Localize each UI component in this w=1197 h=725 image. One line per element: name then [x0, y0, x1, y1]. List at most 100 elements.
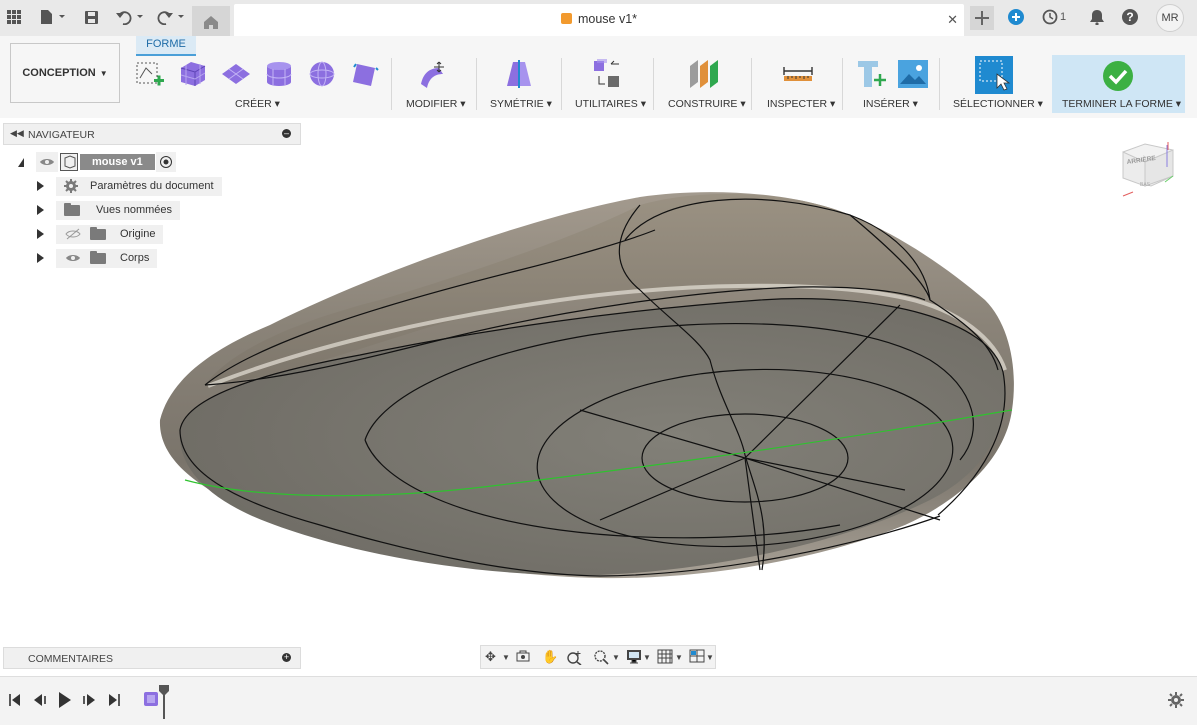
- go-to-start-icon[interactable]: [9, 694, 21, 709]
- tree-node: Paramètres du document: [56, 177, 222, 196]
- grid-settings-icon[interactable]: [657, 649, 673, 667]
- pan-hand-icon[interactable]: ✋: [542, 649, 558, 665]
- tree-item-label: Vues nommées: [96, 204, 172, 216]
- zoom-icon[interactable]: [567, 649, 583, 668]
- expand-triangle-icon[interactable]: [37, 229, 44, 239]
- group-modifier[interactable]: MODIFIER ▾: [406, 98, 466, 110]
- group-construire[interactable]: CONSTRUIRE ▾: [668, 98, 746, 110]
- group-creer[interactable]: CRÉER ▾: [235, 98, 280, 110]
- insert-canvas-icon[interactable]: [897, 58, 929, 90]
- timeline-form-feature-icon[interactable]: [143, 689, 159, 712]
- tree-node: Vues nommées: [56, 201, 180, 220]
- group-inserer[interactable]: INSÉRER ▾: [863, 98, 918, 110]
- group-symetrie[interactable]: SYMÉTRIE ▾: [490, 98, 552, 110]
- close-tab-icon[interactable]: ✕: [947, 12, 958, 28]
- extensions-icon[interactable]: [1006, 7, 1026, 27]
- new-tab-button[interactable]: [970, 6, 994, 30]
- help-icon[interactable]: ?: [1120, 7, 1140, 27]
- hidden-eye-icon[interactable]: [64, 227, 82, 241]
- plus-icon: [975, 11, 989, 25]
- viewports-icon[interactable]: [689, 649, 705, 666]
- chevron-down-icon[interactable]: ▼: [675, 653, 683, 662]
- separator: [561, 58, 562, 110]
- look-at-icon[interactable]: [515, 649, 531, 666]
- offset-plane-icon[interactable]: [688, 58, 720, 90]
- workspace-switcher[interactable]: CONCEPTION ▼: [10, 43, 120, 103]
- group-symetrie-label: SYMÉTRIE: [490, 98, 544, 110]
- document-title: mouse v1*: [578, 12, 637, 26]
- convert-utility-icon[interactable]: [591, 58, 623, 90]
- timeline-settings-gear-icon[interactable]: [1168, 692, 1184, 711]
- chevron-down-icon[interactable]: ▼: [643, 653, 651, 662]
- design-cube-icon: [561, 13, 572, 24]
- tree-item-named-views[interactable]: Vues nommées: [37, 200, 180, 220]
- quadball-form-icon[interactable]: [349, 58, 381, 90]
- chevron-down-icon[interactable]: ▼: [502, 653, 510, 662]
- expand-triangle-icon[interactable]: [37, 181, 44, 191]
- group-terminer-label: TERMINER LA FORME: [1062, 98, 1173, 110]
- separator: [842, 58, 843, 110]
- chevron-down-icon[interactable]: ▼: [706, 653, 714, 662]
- tree-item-label: Origine: [120, 228, 155, 240]
- edit-form-icon[interactable]: [417, 58, 449, 90]
- measure-icon[interactable]: [782, 58, 814, 90]
- group-utilitaires-label: UTILITAIRES: [575, 98, 638, 110]
- expand-triangle-icon[interactable]: [37, 253, 44, 263]
- document-tab[interactable]: mouse v1* ✕: [234, 4, 964, 36]
- redo-icon[interactable]: [155, 7, 187, 27]
- view-cube-secondary-label: BAS: [1140, 182, 1151, 188]
- tree-item-document-settings[interactable]: Paramètres du document: [37, 176, 222, 196]
- plane-form-icon[interactable]: [220, 58, 252, 90]
- home-tab[interactable]: [192, 6, 230, 36]
- group-inspecter[interactable]: INSPECTER ▾: [767, 98, 835, 110]
- file-menu-icon[interactable]: [38, 7, 68, 27]
- insert-mesh-icon[interactable]: [856, 58, 888, 90]
- app-grid-icon[interactable]: [6, 7, 22, 27]
- expanded-triangle-icon[interactable]: [18, 158, 24, 167]
- step-forward-icon[interactable]: [82, 694, 96, 709]
- minimize-icon[interactable]: –: [282, 129, 291, 138]
- eye-icon[interactable]: [64, 251, 82, 265]
- svg-text:?: ?: [1126, 10, 1133, 24]
- cylinder-form-icon[interactable]: [263, 58, 295, 90]
- tab-forme[interactable]: FORME: [136, 36, 196, 56]
- group-utilitaires[interactable]: UTILITAIRES ▾: [575, 98, 646, 110]
- user-avatar[interactable]: MR: [1156, 4, 1184, 32]
- zoom-window-icon[interactable]: [593, 649, 609, 668]
- orbit-icon[interactable]: ✥: [485, 649, 496, 665]
- checkmark-icon: [1102, 60, 1134, 92]
- tree-item-bodies[interactable]: Corps: [37, 248, 157, 268]
- collapse-double-arrow-icon[interactable]: ◀◀: [10, 128, 24, 139]
- create-sketch-icon[interactable]: [134, 58, 166, 90]
- chevron-down-icon[interactable]: ▼: [612, 653, 620, 662]
- symmetry-icon[interactable]: [503, 58, 535, 90]
- add-comment-icon[interactable]: +: [282, 653, 291, 662]
- tree-item-origin[interactable]: Origine: [37, 224, 163, 244]
- undo-icon[interactable]: [114, 7, 146, 27]
- separator: [476, 58, 477, 110]
- group-inserer-label: INSÉRER: [863, 98, 910, 110]
- expand-triangle-icon[interactable]: [37, 205, 44, 215]
- select-tool-icon[interactable]: [975, 56, 1013, 94]
- group-selectionner[interactable]: SÉLECTIONNER ▾: [953, 98, 1043, 110]
- eye-icon[interactable]: [36, 152, 58, 172]
- tree-root-row[interactable]: mouse v1: [18, 152, 176, 172]
- box-form-icon[interactable]: [177, 58, 209, 90]
- job-status-icon[interactable]: 1: [1040, 7, 1068, 27]
- display-settings-icon[interactable]: [626, 649, 642, 667]
- finish-form-button[interactable]: TERMINER LA FORME ▾: [1052, 55, 1185, 113]
- save-icon[interactable]: [82, 7, 100, 27]
- play-icon[interactable]: [58, 692, 72, 711]
- view-cube[interactable]: ARRIÈRE BAS: [1123, 142, 1173, 196]
- navigation-bar: ✥ ▼ ✋ ▼ ▼ ▼ ▼: [480, 645, 716, 669]
- sphere-form-icon[interactable]: [306, 58, 338, 90]
- activate-component-icon[interactable]: [156, 152, 176, 172]
- gear-icon: [64, 179, 78, 193]
- navigator-panel-header[interactable]: ◀◀ NAVIGATEUR –: [3, 123, 301, 145]
- notifications-icon[interactable]: [1088, 7, 1106, 27]
- go-to-end-icon[interactable]: [108, 694, 120, 709]
- tree-root-label[interactable]: mouse v1: [80, 154, 155, 170]
- timeline-marker[interactable]: [158, 685, 170, 722]
- comments-panel-header[interactable]: COMMENTAIRES +: [3, 647, 301, 669]
- step-back-icon[interactable]: [33, 694, 47, 709]
